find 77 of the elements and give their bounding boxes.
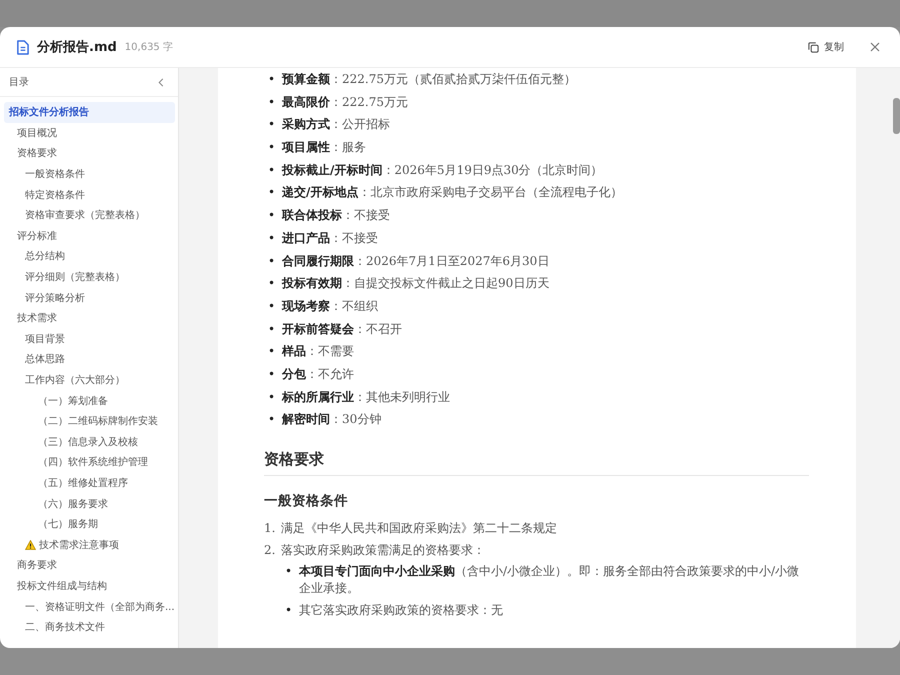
list-item: 最高限价：222.75万元 — [282, 94, 409, 111]
list-item: 本项目专门面向中小企业采购（含中小/小微企业）。即：服务全部由符合政策要求的中小/小微企业承接。 — [299, 563, 800, 598]
list-item: 标的所属行业：其他未列明行业 — [282, 388, 451, 406]
toc-item[interactable]: 技术需求 — [4, 308, 175, 329]
list-item: 合同履行期限：2026年7月1日至2027年6月30日 — [282, 252, 550, 270]
warning-icon — [25, 540, 36, 550]
list-item: 现场考察：不组织 — [282, 298, 379, 315]
toc-item[interactable]: 资格要求 — [4, 143, 175, 164]
bullet: • — [268, 116, 276, 134]
list-item: 联合体投标：不接受 — [282, 207, 391, 224]
toc-item[interactable]: （三）信息录入及校核 — [4, 432, 175, 452]
document-icon — [16, 40, 29, 54]
word-count: 10,635 字 — [124, 40, 173, 54]
toc-item[interactable]: （七）服务期 — [4, 514, 175, 534]
toc-item[interactable]: 特定资格条件 — [4, 184, 175, 205]
toc-item[interactable]: 评分标准 — [4, 226, 175, 246]
toc-title: 目录 — [9, 76, 29, 89]
bullet: • — [268, 230, 276, 247]
bullet: • — [285, 602, 294, 620]
toc-item[interactable]: 评分策略分析 — [4, 287, 175, 308]
bullet: • — [268, 388, 276, 406]
bullet: • — [268, 184, 276, 202]
toc-item[interactable]: 工作内容（六大部分） — [4, 370, 175, 390]
toc-item[interactable]: 项目概况 — [4, 122, 175, 144]
toc-item[interactable]: 二、商务技术文件 — [4, 616, 175, 638]
subsection-heading: 一般资格条件 — [264, 492, 349, 510]
bullet: • — [285, 563, 294, 580]
bullet: • — [268, 320, 276, 338]
toc-item[interactable]: 一、资格证明文件（全部为商务... — [4, 596, 175, 617]
toc-item[interactable]: （二）二维码标牌制作安装 — [4, 410, 175, 432]
list-item: 开标前答疑会：不召开 — [282, 320, 403, 338]
toc-item[interactable]: 商务要求 — [4, 555, 175, 576]
list-item: 其它落实政府采购政策的资格要求：无 — [299, 602, 504, 620]
list-item: 样品：不需要 — [282, 343, 355, 360]
collapse-chevron-icon[interactable] — [158, 78, 164, 86]
list-item: 采购方式：公开招标 — [282, 116, 391, 134]
list-item: 落实政府采购政策需满足的资格要求： — [281, 542, 486, 558]
toc-item[interactable]: 资格审查要求（完整表格） — [4, 204, 175, 226]
toc-item[interactable]: 项目背景 — [4, 328, 175, 350]
bullet: • — [268, 139, 276, 156]
toc-item[interactable]: 总分结构 — [4, 246, 175, 267]
close-icon[interactable] — [870, 42, 880, 52]
list-number: 1. — [264, 520, 276, 536]
list-item: 解密时间：30分钟 — [282, 411, 382, 428]
copy-icon — [808, 42, 819, 52]
bullet: • — [268, 275, 276, 292]
toc-item[interactable]: （六）服务要求 — [4, 493, 175, 514]
toc-item[interactable]: 一般资格条件 — [4, 164, 175, 184]
section-heading: 资格要求 — [264, 450, 809, 476]
toc-item[interactable]: （一）筹划准备 — [4, 390, 175, 411]
bullet: • — [268, 252, 276, 270]
list-item: 项目属性：服务 — [282, 139, 367, 156]
list-item: 预算金额：222.75万元（贰佰贰拾贰万柒仟伍佰元整） — [282, 71, 577, 88]
list-item: 满足《中华人民共和国政府采购法》第二十二条规定 — [281, 520, 558, 536]
list-number: 2. — [264, 542, 276, 560]
toc-item[interactable]: （四）软件系统维护管理 — [4, 452, 175, 473]
toc-item[interactable]: 评分细则（完整表格） — [4, 266, 175, 288]
toc-item[interactable]: 技术需求注意事项 — [4, 534, 175, 556]
toc-item[interactable]: 招标文件分析报告 — [4, 102, 175, 123]
bullet: • — [268, 162, 276, 179]
toc-item[interactable]: （五）维修处置程序 — [4, 472, 175, 494]
bullet: • — [268, 207, 276, 224]
copy-button[interactable]: 复制 — [804, 37, 848, 57]
bullet: • — [268, 411, 276, 428]
toc-item[interactable]: 总体思路 — [4, 349, 175, 370]
list-item: 进口产品：不接受 — [282, 230, 379, 247]
toc-item[interactable]: 投标文件组成与结构 — [4, 576, 175, 596]
list-item: 递交/开标地点：北京市政府采购电子交易平台（全流程电子化） — [282, 184, 624, 202]
list-item: 投标有效期：自提交投标文件截止之日起90日历天 — [282, 275, 550, 292]
file-title: 分析报告.md — [37, 38, 117, 56]
bullet: • — [268, 343, 276, 360]
bullet: • — [268, 71, 276, 88]
bullet: • — [268, 366, 276, 383]
list-item: 投标截止/开标时间：2026年5月19日9点30分（北京时间） — [282, 162, 604, 179]
bullet: • — [268, 94, 276, 111]
list-item: 分包：不允许 — [282, 366, 355, 383]
bullet: • — [268, 298, 276, 315]
